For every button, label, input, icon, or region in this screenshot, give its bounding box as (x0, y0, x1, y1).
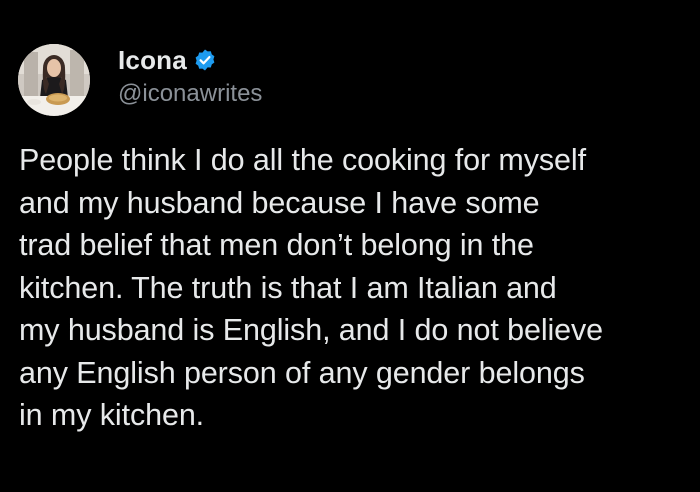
avatar[interactable] (18, 44, 90, 116)
author-name-row: Icona (118, 42, 217, 78)
tweet-text: People think I do all the cooking for my… (19, 143, 604, 432)
tweet-card: Icona @iconawrites People think I do all… (0, 0, 700, 492)
author-handle[interactable]: @iconawrites (118, 80, 262, 108)
profile-photo-icon (18, 44, 90, 116)
verified-badge-icon (193, 48, 217, 72)
author-display-name[interactable]: Icona (118, 45, 187, 76)
